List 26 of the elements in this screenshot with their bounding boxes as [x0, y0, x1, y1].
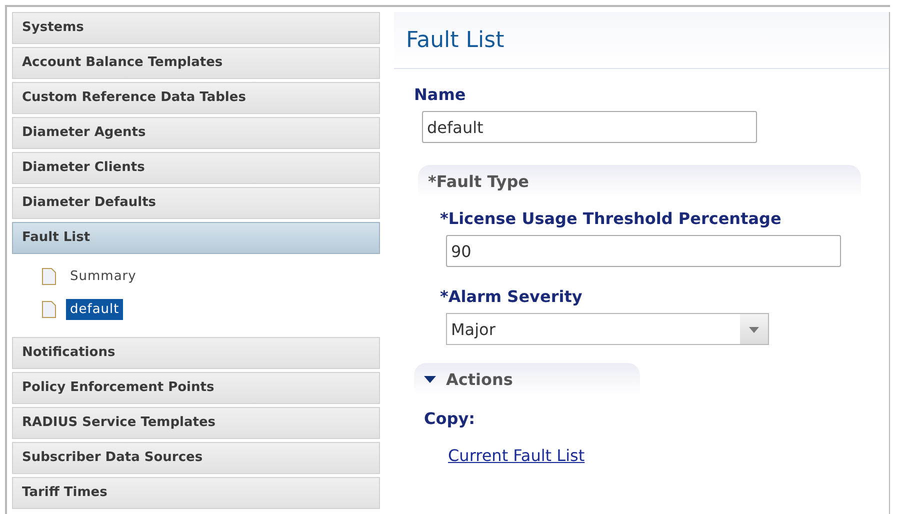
sidebar-item[interactable]: Fault List [12, 222, 380, 254]
document-icon [42, 301, 56, 318]
copy-link[interactable]: Current Fault List [448, 446, 585, 465]
text-field[interactable]: 90 [446, 235, 841, 267]
tree-item[interactable]: Summary [66, 266, 140, 287]
field-label: *License Usage Threshold Percentage [440, 209, 782, 228]
sidebar-item[interactable]: Account Balance Templates [12, 47, 380, 79]
sidebar-item[interactable]: Diameter Defaults [12, 187, 380, 219]
section-title: Actions [446, 370, 513, 388]
sidebar-item[interactable]: Diameter Clients [12, 152, 380, 184]
sidebar-item[interactable]: Notifications [12, 337, 380, 369]
panel-title: Fault List [406, 28, 504, 52]
field-label: *Alarm Severity [440, 287, 582, 306]
field-label: Name [414, 85, 466, 104]
document-icon [42, 268, 56, 285]
copy-label: Copy: [424, 409, 476, 428]
tree-item[interactable]: default [66, 299, 124, 320]
sidebar-item[interactable]: RADIUS Service Templates [12, 407, 380, 439]
sidebar-item[interactable]: Diameter Agents [12, 117, 380, 149]
sidebar-item[interactable]: Custom Reference Data Tables [12, 82, 380, 114]
sidebar-item[interactable]: Tariff Times [12, 477, 380, 509]
sidebar-item[interactable]: Systems [12, 12, 380, 44]
name-field[interactable]: default [422, 111, 757, 143]
dropdown[interactable]: Major [446, 313, 769, 345]
sidebar-item[interactable]: Subscriber Data Sources [12, 442, 380, 474]
sidebar-item[interactable]: Policy Enforcement Points [12, 372, 380, 404]
